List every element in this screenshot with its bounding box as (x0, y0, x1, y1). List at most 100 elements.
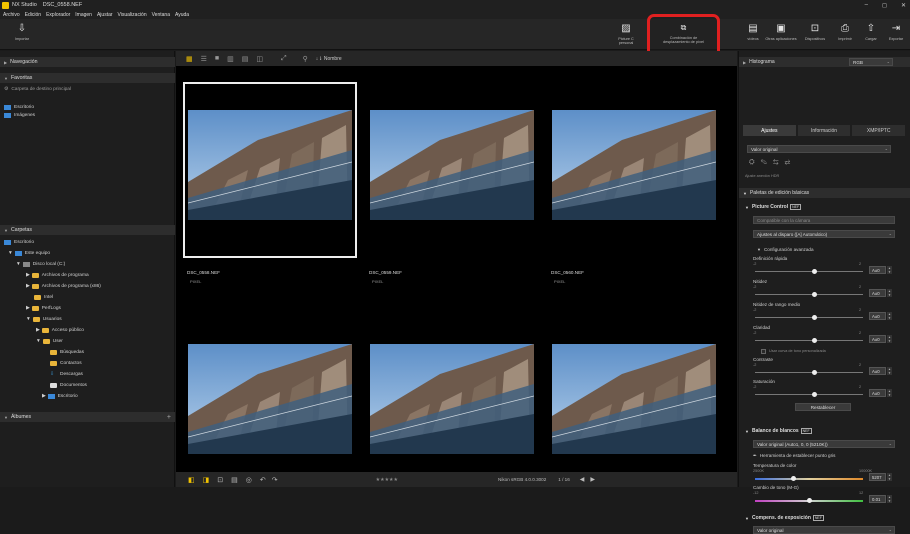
gray-point-tool[interactable]: ✒ Herramienta de establecer punto gris (753, 453, 835, 459)
thumbnail-6[interactable] (552, 344, 716, 454)
compare-icon[interactable]: ▤ (242, 55, 249, 63)
folders-header[interactable]: ▼ Carpetas (0, 225, 175, 235)
pc-slider-3-value[interactable]: A±0 (869, 335, 886, 343)
pc-slider-3-slider[interactable] (755, 338, 863, 343)
pc-slider-0-value[interactable]: A±0 (869, 266, 886, 274)
prev-page-icon[interactable]: ◀ (580, 476, 585, 483)
custom-curve-checkbox[interactable] (761, 349, 766, 354)
grid-view-icon[interactable]: ▦ (186, 55, 193, 63)
copy-adjust-icon[interactable]: ⛭ (749, 159, 761, 166)
filmstrip-icon[interactable]: ▥ (227, 55, 234, 63)
tree-downloads[interactable]: ⇩ Descargas (50, 372, 83, 377)
reset-button[interactable]: Restablecer (795, 403, 851, 411)
tint-slider[interactable] (755, 498, 863, 503)
tree-user[interactable]: ▼ User (36, 339, 63, 344)
tree-program-files[interactable]: ▶ Archivos de programa (26, 273, 89, 278)
pc-slider-1-spinner[interactable]: ▲ ▼ (887, 289, 892, 297)
fav-item-images[interactable]: Imágenes (4, 113, 35, 118)
saturation-spinner[interactable]: ▲ ▼ (887, 389, 892, 397)
contrast-value[interactable]: A±0 (869, 367, 886, 375)
menu-visualizacion[interactable]: Visualización (118, 12, 147, 18)
tree-contacts[interactable]: Contactos (50, 361, 82, 366)
tree-public[interactable]: ▶ Acceso público (36, 328, 84, 333)
albums-header[interactable]: ▼ Álbumes + (0, 412, 175, 422)
pc-slider-0-slider-knob[interactable] (811, 269, 817, 274)
pc-slider-2-spinner[interactable]: ▲ ▼ (887, 312, 892, 320)
tree-program-files-x86[interactable]: ▶ Archivos de programa (x86) (26, 284, 101, 289)
picture-control-compat[interactable]: Compatible con la cámara (753, 216, 895, 224)
import-button[interactable]: ⇩ Importar (2, 23, 42, 41)
videos-button[interactable]: ▤ vídeos (744, 23, 762, 41)
exposure-dropdown[interactable]: Valor original ⌄ (753, 526, 895, 534)
meta-icon[interactable]: ▤ (231, 476, 238, 484)
tree-disk-c[interactable]: ▼ Disco local (C:) (16, 262, 65, 267)
pc-slider-2-value[interactable]: A±0 (869, 312, 886, 320)
menu-ajustar[interactable]: Ajustar (97, 12, 113, 18)
info-icon[interactable]: ⊡ (217, 476, 223, 484)
rotate-right-icon[interactable]: ↷ (272, 476, 278, 484)
undo-icon[interactable]: ⇆ (773, 159, 785, 166)
add-album-button[interactable]: + (167, 414, 171, 421)
fit-icon[interactable]: ⤢ (281, 55, 287, 63)
color-temp-slider[interactable] (755, 476, 863, 481)
tree-documents[interactable]: Documentos (50, 383, 87, 388)
preset-dropdown[interactable]: Valor original ⌄ (747, 145, 891, 153)
single-view-icon[interactable]: ■ (215, 55, 219, 62)
tree-desktop[interactable]: Escritorio (4, 240, 34, 245)
saturation-value[interactable]: A±0 (869, 389, 886, 397)
contrast-spinner[interactable]: ▲ ▼ (887, 367, 892, 375)
saturation-slider-knob[interactable] (811, 392, 817, 397)
hdr-option[interactable]: Ajuste anexión HDR (745, 174, 779, 178)
pc-slider-1-value[interactable]: A±0 (869, 289, 886, 297)
histogram-mode-dropdown[interactable]: RGB ⌄ (849, 58, 893, 66)
tree-intel[interactable]: Intel (34, 295, 53, 300)
rating-filter-icon[interactable]: ◨ (203, 476, 210, 484)
advanced-settings[interactable]: ▼ Configuración avanzada (757, 247, 814, 252)
devices-button[interactable]: ⊡ Dispositivos (800, 23, 830, 41)
color-temp-value[interactable]: 5207 (869, 473, 886, 481)
tint-spinner[interactable]: ▲ ▼ (887, 495, 892, 503)
minimize-button[interactable]: – (865, 2, 868, 8)
white-balance-header[interactable]: ▼ Balance de blancos NEF (739, 426, 910, 436)
picture-control-button[interactable]: ▨ Picture C personal (606, 23, 646, 45)
navigation-header[interactable]: ▶ Navegación (0, 57, 175, 67)
tree-perflogs[interactable]: ▶ PerfLogs (26, 306, 61, 311)
rotate-left-icon[interactable]: ↶ (260, 476, 266, 484)
next-page-icon[interactable]: ▶ (590, 476, 595, 483)
redo-icon[interactable]: ⇄ (785, 159, 797, 166)
dest-folder-item[interactable]: ⚙ Carpeta de destino principal (4, 87, 71, 92)
tint-slider-knob[interactable] (806, 498, 812, 503)
pc-slider-2-slider[interactable] (755, 315, 863, 320)
menu-explorador[interactable]: Explorador (46, 12, 70, 18)
maximize-button[interactable]: ◻ (882, 2, 887, 9)
saturation-slider[interactable] (755, 392, 863, 397)
export-button[interactable]: ⇥ Exportar (884, 23, 908, 41)
contrast-slider-knob[interactable] (811, 370, 817, 375)
menu-imagen[interactable]: Imagen (75, 12, 92, 18)
split-icon[interactable]: ◫ (256, 55, 263, 63)
pixel-shift-merge-button[interactable]: ⧉ Combinación de desplazamiento de píxel (650, 22, 717, 44)
tree-this-pc[interactable]: ▼ Este equipo (8, 251, 50, 256)
pc-slider-0-slider[interactable] (755, 269, 863, 274)
fav-item-desktop[interactable]: Escritorio (4, 105, 34, 110)
tree-users[interactable]: ▼ Usuarios (26, 317, 62, 322)
tint-value[interactable]: 0.01 (869, 495, 886, 503)
exposure-header[interactable]: ▼ Compens. de exposición NEF (739, 513, 910, 523)
tree-desktop-user[interactable]: ▶ Escritorio (42, 394, 78, 399)
list-view-icon[interactable]: ☰ (201, 55, 207, 63)
map-icon[interactable]: ◎ (246, 476, 252, 484)
thumbnail-1[interactable] (188, 110, 352, 220)
color-temp-spinner[interactable]: ▲ ▼ (887, 473, 892, 481)
paste-icon[interactable]: ✎ (761, 159, 773, 166)
tree-searches[interactable]: Búsquedas (50, 350, 84, 355)
contrast-slider[interactable] (755, 370, 863, 375)
tab-info[interactable]: Información (797, 125, 851, 136)
thumbnail-5[interactable] (370, 344, 534, 454)
color-temp-slider-knob[interactable] (791, 476, 797, 481)
white-balance-dropdown[interactable]: Valor original (Auto1, 0, 0 (5210K)) ⌄ (753, 440, 895, 448)
tab-xmp[interactable]: XMP/IPTC (852, 125, 906, 136)
menu-ventana[interactable]: Ventana (152, 12, 170, 18)
thumbnail-3[interactable] (552, 110, 716, 220)
close-button[interactable]: ✕ (901, 2, 906, 9)
label-icon[interactable]: ◧ (188, 476, 195, 484)
